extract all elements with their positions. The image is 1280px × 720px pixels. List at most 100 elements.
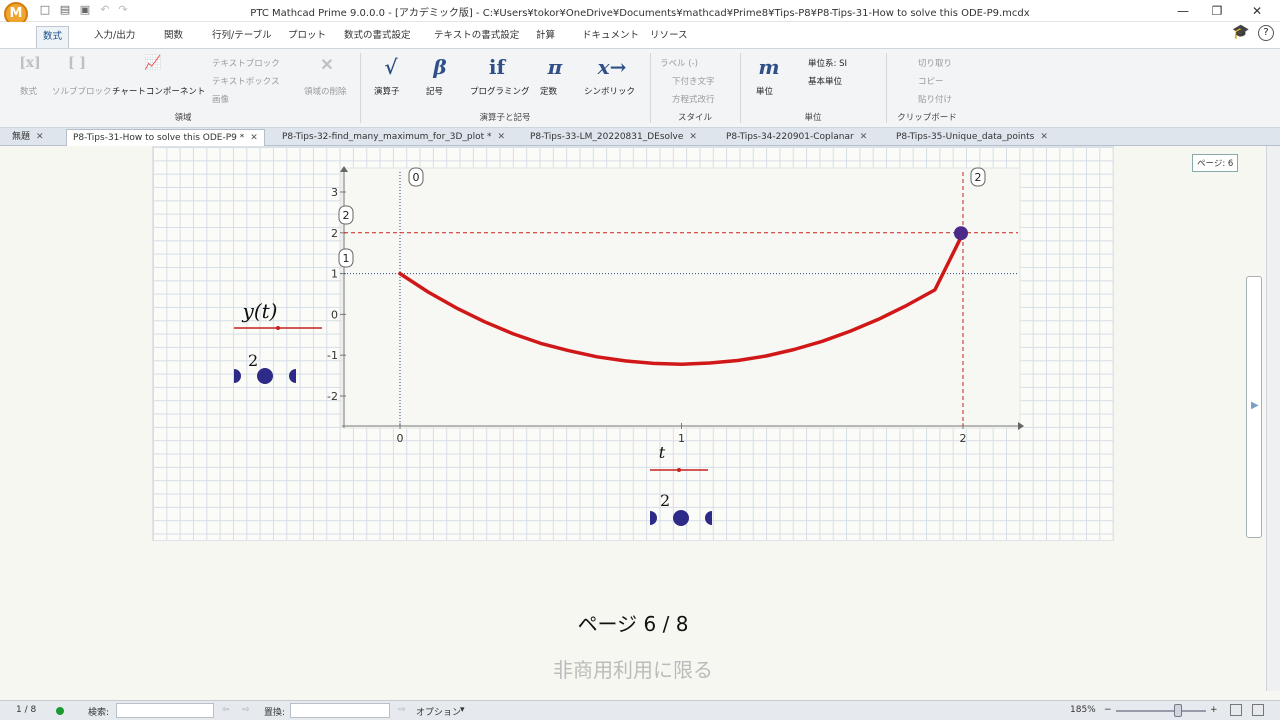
options-dropdown-icon[interactable]: ▾ <box>460 705 465 715</box>
constants-button[interactable]: 定数 <box>540 85 557 97</box>
label-button[interactable]: ラベル (-) <box>660 57 698 69</box>
base-units-button[interactable]: 基本単位 <box>808 75 842 87</box>
search-next-icon[interactable]: ⇨ <box>242 705 250 715</box>
delete-region-icon: ✕ <box>320 55 334 74</box>
y-axis-count: 2 <box>248 351 258 370</box>
tab-resources[interactable]: リソース <box>644 26 694 48</box>
tab-document[interactable]: ドキュメント <box>576 26 645 48</box>
y-tick-label: 0 <box>331 308 338 321</box>
zoom-level: 185% <box>1070 705 1096 715</box>
replace-input[interactable] <box>290 703 390 718</box>
symbols-icon: β <box>433 55 447 79</box>
options-button[interactable]: オプション <box>416 705 461 718</box>
doc-tab[interactable]: P8-Tips-34-220901-Coplanar ✕ <box>720 129 873 146</box>
tab-math[interactable]: 数式 <box>36 26 70 48</box>
text-box-button[interactable]: テキストボックス <box>212 75 280 87</box>
close-icon[interactable]: ✕ <box>1240 0 1274 22</box>
worksheet[interactable]: -2 -1 0 1 2 3 0 1 2 0 2 2 1 y(t) 2 t 2 ページ: 6 ページ 6 / 8 … <box>0 146 1266 691</box>
point-style-icon <box>257 368 273 384</box>
tab-math-formatting[interactable]: 数式の書式設定 <box>338 26 417 48</box>
graduation-cap-icon[interactable]: 🎓 <box>1232 24 1249 40</box>
marker-label-y-bottom: 1 <box>343 252 350 265</box>
text-block-button[interactable]: テキストブロック <box>212 57 280 69</box>
symbolic-button[interactable]: シンボリック <box>584 85 635 97</box>
y-axis-title: y(t) <box>242 299 278 323</box>
doc-tab[interactable]: 無題 ✕ <box>6 129 50 146</box>
search-input[interactable] <box>116 703 214 718</box>
x-axis-title: t <box>659 443 666 462</box>
copy-button[interactable]: コピー <box>918 75 944 87</box>
delete-region-button[interactable]: 領域の削除 <box>304 85 347 97</box>
close-tab-icon[interactable]: ✕ <box>689 132 697 142</box>
help-icon[interactable]: ? <box>1258 25 1274 41</box>
math-button[interactable]: 数式 <box>20 85 37 97</box>
tab-plots[interactable]: プロット <box>282 26 332 48</box>
close-tab-icon[interactable]: ✕ <box>36 132 44 142</box>
replace-icon[interactable]: ⇨ <box>398 705 406 715</box>
paste-button[interactable]: 貼り付け <box>918 93 952 105</box>
window-title: PTC Mathcad Prime 9.0.0.0 - [アカデミック版] - … <box>250 8 1030 19</box>
scroll-arrow-icon[interactable]: ▶ <box>1251 400 1259 411</box>
zoom-in-icon[interactable]: + <box>1210 705 1218 715</box>
ribbon-separator <box>886 53 887 123</box>
x-tick-label: 0 <box>397 432 404 445</box>
subscript-button[interactable]: 下付き文字 <box>672 75 715 87</box>
tab-functions[interactable]: 関数 <box>158 26 189 48</box>
operators-group-label: 演算子と記号 <box>479 113 531 123</box>
operators-icon: √ <box>384 55 398 79</box>
marker-label-x-left: 0 <box>413 171 420 184</box>
close-tab-icon[interactable]: ✕ <box>250 133 258 143</box>
constants-icon: π <box>547 55 563 79</box>
watermark: 非商用利用に限る <box>553 658 713 682</box>
vertical-scrollbar[interactable] <box>1266 146 1280 691</box>
draft-view-icon[interactable] <box>1252 704 1264 716</box>
zoom-slider[interactable] <box>1174 704 1182 717</box>
region-group-label: 領域 <box>174 113 192 123</box>
solve-block-icon: [ ] <box>67 55 87 71</box>
chart-component-icon: 📈 <box>144 55 162 71</box>
search-label: 検索: <box>88 708 110 718</box>
close-tab-icon[interactable]: ✕ <box>1040 132 1048 142</box>
zoom-track <box>1116 710 1206 712</box>
x-axis-count: 2 <box>660 491 670 510</box>
tab-input-output[interactable]: 入力/出力 <box>88 26 141 48</box>
programming-button[interactable]: プログラミング <box>470 85 530 97</box>
page-footer: ページ 6 / 8 <box>577 612 689 636</box>
doc-tab-active[interactable]: P8-Tips-31-How to solve this ODE-P9 * ✕ <box>66 129 265 146</box>
y-tick-label: -2 <box>327 390 338 403</box>
point-style-icon-left <box>650 511 657 525</box>
menu-tabs: 数式 入力/出力 関数 行列/テーブル プロット 数式の書式設定 テキストの書式… <box>0 22 1280 48</box>
equation-wrap-button[interactable]: 方程式改行 <box>672 93 715 105</box>
point-style-icon-right <box>289 369 296 383</box>
page-view-icon[interactable] <box>1230 704 1242 716</box>
ribbon: [x] 数式 [ ] ソルブブロック 📈 チャートコンポーネント テキストブロッ… <box>0 48 1280 128</box>
point-style-icon <box>673 510 689 526</box>
x-tick-label: 1 <box>678 432 685 445</box>
minimize-icon[interactable]: — <box>1166 0 1200 22</box>
doc-tab[interactable]: P8-Tips-35-Unique_data_points ✕ <box>890 129 1054 146</box>
close-tab-icon[interactable]: ✕ <box>498 132 506 142</box>
doc-tab[interactable]: P8-Tips-32-find_many_maximum_for_3D_plot… <box>276 129 511 146</box>
solve-block-button[interactable]: ソルブブロック <box>52 85 112 97</box>
tab-text-formatting[interactable]: テキストの書式設定 <box>428 26 525 48</box>
zoom-out-icon[interactable]: − <box>1104 705 1112 715</box>
search-prev-icon[interactable]: ⇦ <box>222 705 230 715</box>
doc-tab[interactable]: P8-Tips-33-LM_20220831_DEsolve ✕ <box>524 129 703 146</box>
chart-component-button[interactable]: チャートコンポーネント <box>112 85 205 97</box>
close-tab-icon[interactable]: ✕ <box>860 132 868 142</box>
y-tick-label: 3 <box>331 186 338 199</box>
xy-plot[interactable]: -2-101230 1 20 221y(t)2t2 <box>152 146 1114 541</box>
operators-button[interactable]: 演算子 <box>374 85 400 97</box>
cut-button[interactable]: 切り取り <box>918 57 952 69</box>
tab-calculation[interactable]: 計算 <box>530 26 561 48</box>
maximize-icon[interactable]: ❐ <box>1200 0 1234 22</box>
unit-system-button[interactable]: 単位系: SI <box>808 57 847 69</box>
x-axis-title-dot <box>677 468 681 472</box>
ribbon-separator <box>650 53 651 123</box>
symbols-button[interactable]: 記号 <box>426 85 443 97</box>
point-style-icon-left <box>234 369 241 383</box>
units-button[interactable]: 単位 <box>756 85 773 97</box>
image-button[interactable]: 画像 <box>212 93 229 105</box>
end-point <box>954 226 968 241</box>
tab-matrices-tables[interactable]: 行列/テーブル <box>206 26 278 48</box>
